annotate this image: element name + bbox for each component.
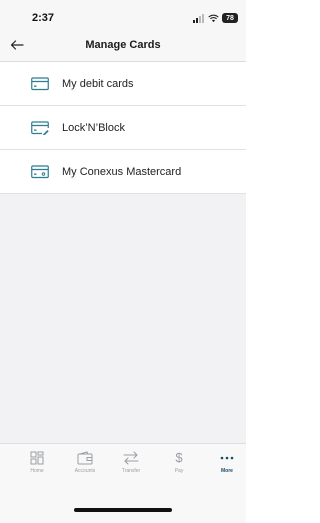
tab-home[interactable]: Home	[18, 450, 56, 478]
credit-card-icon	[31, 165, 49, 179]
menu-list: My debit cards Lock’N’Block My Conexus M…	[0, 62, 246, 194]
tab-label: Pay	[174, 468, 184, 474]
signal-icon	[193, 13, 204, 23]
menu-item-label: Lock’N’Block	[62, 122, 125, 134]
tab-label: Transfer	[121, 468, 141, 474]
battery-icon: 78	[222, 13, 238, 23]
menu-item-my-debit-cards[interactable]: My debit cards	[0, 62, 246, 106]
tab-more[interactable]: More	[208, 450, 246, 478]
menu-item-label: My debit cards	[62, 78, 134, 90]
header: Manage Cards	[0, 28, 246, 62]
card-lock-icon	[31, 121, 49, 135]
status-bar: 2:37 78	[0, 0, 246, 28]
tab-transfer[interactable]: Transfer	[112, 450, 150, 478]
menu-item-label: My Conexus Mastercard	[62, 166, 182, 178]
transfer-arrows-icon	[123, 451, 139, 465]
grid-icon	[30, 451, 44, 465]
page-title: Manage Cards	[85, 39, 161, 51]
tab-label: Accounts	[74, 468, 96, 474]
status-icons: 78	[193, 12, 238, 24]
menu-item-my-conexus-mastercard[interactable]: My Conexus Mastercard	[0, 150, 246, 194]
tab-label: More	[221, 468, 233, 474]
status-time: 2:37	[32, 12, 55, 24]
home-indicator	[74, 508, 172, 512]
menu-item-lock-n-block[interactable]: Lock’N’Block	[0, 106, 246, 150]
tab-pay[interactable]: $ Pay	[160, 450, 198, 478]
dollar-icon: $	[175, 450, 183, 465]
card-icon	[31, 77, 49, 91]
manage-cards-screen: 2:37 78 Manage Cards My debit cards Lock…	[0, 0, 246, 523]
more-dots-icon	[220, 456, 234, 460]
wifi-icon	[208, 14, 219, 22]
tab-label: Home	[30, 468, 44, 474]
tab-accounts[interactable]: Accounts	[66, 450, 104, 478]
top-area: 2:37 78 Manage Cards	[0, 0, 246, 62]
wallet-icon	[77, 451, 93, 465]
